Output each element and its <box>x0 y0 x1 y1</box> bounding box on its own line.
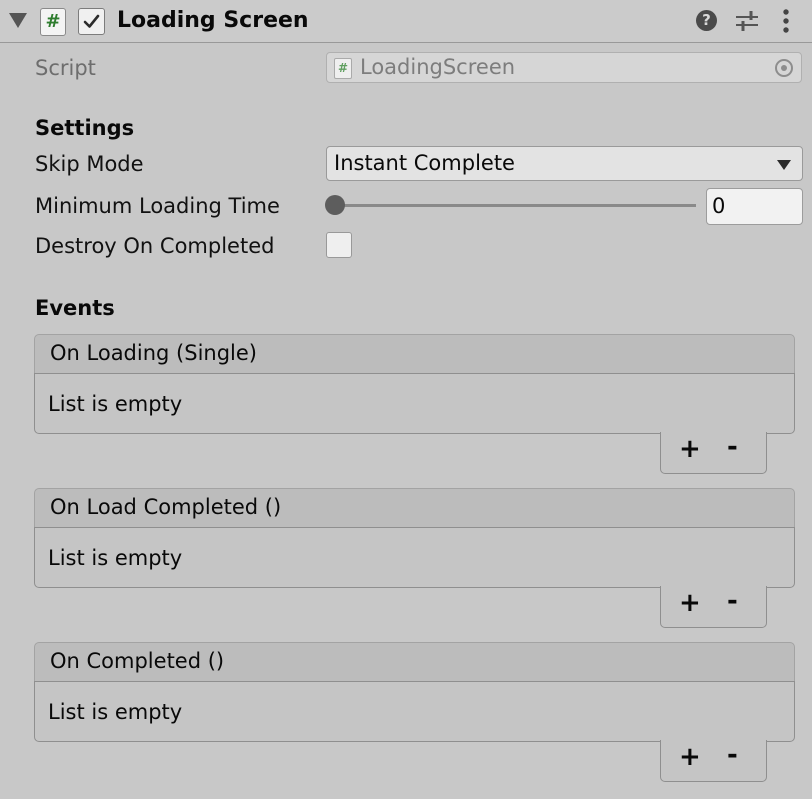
component-title: Loading Screen <box>117 8 309 33</box>
object-picker-icon[interactable] <box>775 59 793 77</box>
chevron-down-icon <box>777 160 791 170</box>
event-name: On Load Completed () <box>50 495 282 519</box>
empty-list-text: List is empty <box>48 546 183 570</box>
empty-list-text: List is empty <box>48 392 183 416</box>
destroy-on-completed-checkbox[interactable] <box>326 232 352 258</box>
remove-listener-button[interactable]: - <box>727 586 738 616</box>
event-list-footer: + - <box>660 740 767 782</box>
event-on-completed: On Completed () List is empty + - <box>34 642 795 784</box>
event-header: On Load Completed () <box>34 488 795 528</box>
component-enabled-checkbox[interactable] <box>78 8 105 35</box>
script-field[interactable]: # LoadingScreen <box>326 52 802 83</box>
settings-header: Settings <box>35 116 135 140</box>
presets-sliders-icon[interactable] <box>735 10 759 32</box>
event-list-body: List is empty <box>34 373 795 434</box>
min-loading-time-slider-thumb[interactable] <box>325 195 345 215</box>
event-name: On Completed () <box>50 649 225 673</box>
component-header: # Loading Screen ? <box>0 0 812 43</box>
script-label: Script <box>35 56 96 80</box>
event-on-loading: On Loading (Single) List is empty + - <box>34 334 795 476</box>
min-loading-time-field[interactable]: 0 <box>706 188 803 225</box>
event-list-body: List is empty <box>34 527 795 588</box>
remove-listener-button[interactable]: - <box>727 740 738 770</box>
script-field-value: LoadingScreen <box>360 55 516 79</box>
event-list-footer: + - <box>660 586 767 628</box>
event-list-body: List is empty <box>34 681 795 742</box>
script-icon: # <box>40 8 66 36</box>
skip-mode-value: Instant Complete <box>334 151 515 175</box>
event-header: On Loading (Single) <box>34 334 795 374</box>
skip-mode-label: Skip Mode <box>35 152 144 176</box>
checkbox-check-icon <box>83 14 100 28</box>
event-name: On Loading (Single) <box>50 341 257 365</box>
more-vertical-icon[interactable] <box>781 8 791 34</box>
foldout-triangle-icon[interactable] <box>9 13 27 28</box>
add-listener-button[interactable]: + <box>679 588 701 618</box>
add-listener-button[interactable]: + <box>679 742 701 772</box>
script-file-icon: # <box>334 58 352 79</box>
skip-mode-dropdown[interactable]: Instant Complete <box>326 146 803 181</box>
event-on-load-completed: On Load Completed () List is empty + - <box>34 488 795 630</box>
min-loading-time-slider-track[interactable] <box>334 204 696 207</box>
min-loading-time-label: Minimum Loading Time <box>35 194 280 218</box>
events-header: Events <box>35 296 115 320</box>
event-header: On Completed () <box>34 642 795 682</box>
empty-list-text: List is empty <box>48 700 183 724</box>
remove-listener-button[interactable]: - <box>727 432 738 462</box>
help-icon[interactable]: ? <box>696 10 717 31</box>
destroy-on-completed-label: Destroy On Completed <box>35 234 275 258</box>
min-loading-time-value: 0 <box>712 194 726 218</box>
event-list-footer: + - <box>660 432 767 474</box>
add-listener-button[interactable]: + <box>679 434 701 464</box>
